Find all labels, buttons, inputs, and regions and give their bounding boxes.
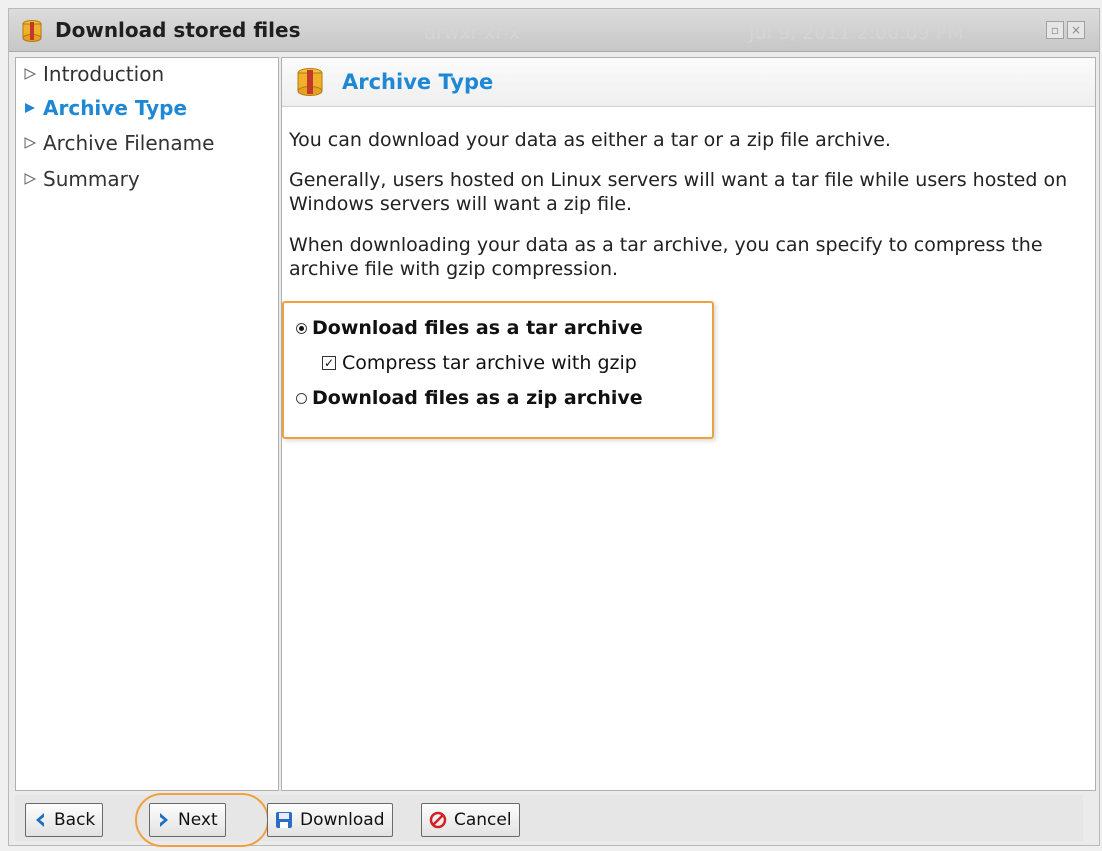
gzip-checkbox[interactable]: ✓	[322, 356, 336, 370]
archive-icon	[20, 19, 44, 43]
sidebar-item-archive-type[interactable]: Archive Type	[23, 96, 187, 126]
back-button-label: Back	[54, 810, 96, 830]
sidebar-item-label: Archive Filename	[43, 131, 215, 155]
wizard-footer: Back Next Download Cancel	[15, 793, 1083, 847]
tar-option-label: Download files as a tar archive	[312, 317, 643, 339]
download-dialog: Download stored files drwxr-xr-x Jul 9, …	[8, 8, 1100, 847]
intro-paragraph: You can download your data as either a t…	[289, 129, 891, 151]
floppy-disk-icon	[276, 812, 292, 828]
server-paragraph: Generally, users hosted on Linux servers…	[289, 169, 1068, 215]
close-window-button[interactable]: ×	[1067, 21, 1085, 39]
triangle-right-icon	[23, 167, 43, 191]
triangle-right-icon	[23, 131, 43, 155]
cancel-icon	[429, 811, 447, 829]
triangle-right-icon	[23, 96, 43, 120]
zip-radio[interactable]	[296, 392, 307, 404]
cancel-button-label: Cancel	[454, 810, 512, 830]
back-button[interactable]: Back	[25, 803, 104, 837]
gzip-option-label: Compress tar archive with gzip	[342, 352, 637, 374]
gzip-option[interactable]: ✓ Compress tar archive with gzip	[322, 352, 637, 374]
background-permissions-text: drwxr-xr-x	[424, 22, 521, 44]
sidebar-item-archive-filename[interactable]: Archive Filename	[23, 131, 214, 161]
background-date-text: Jul 9, 2011 2:00:09 PM	[749, 22, 964, 44]
chevron-left-icon	[36, 813, 44, 827]
content-panel: Archive Type You can download your data …	[281, 57, 1096, 791]
download-button-label: Download	[300, 810, 385, 830]
archive-icon	[294, 66, 326, 98]
sidebar-item-label: Introduction	[43, 62, 165, 86]
sidebar-item-summary[interactable]: Summary	[23, 167, 140, 197]
next-button[interactable]: Next	[149, 803, 226, 837]
zip-option[interactable]: Download files as a zip archive	[296, 387, 643, 409]
content-header: Archive Type	[282, 58, 1095, 107]
title-bar[interactable]: Download stored files drwxr-xr-x Jul 9, …	[9, 9, 1099, 52]
restore-window-button[interactable]: ▫	[1046, 21, 1064, 39]
cancel-button[interactable]: Cancel	[421, 803, 520, 837]
tar-radio[interactable]	[296, 322, 307, 334]
archive-options-group: Download files as a tar archive ✓ Compre…	[282, 301, 714, 439]
sidebar-item-label: Archive Type	[43, 96, 188, 120]
triangle-right-icon	[23, 62, 43, 86]
tar-option[interactable]: Download files as a tar archive	[296, 317, 643, 339]
sidebar-item-introduction[interactable]: Introduction	[23, 62, 164, 92]
wizard-steps-sidebar: Introduction Archive Type Archive Filena…	[15, 57, 279, 791]
zip-option-label: Download files as a zip archive	[312, 387, 643, 409]
download-button[interactable]: Download	[267, 803, 393, 837]
chevron-right-icon	[160, 813, 168, 827]
page-title: Archive Type	[342, 70, 494, 94]
compression-paragraph: When downloading your data as a tar arch…	[289, 234, 1043, 280]
sidebar-item-label: Summary	[43, 167, 140, 191]
next-button-label: Next	[178, 810, 218, 830]
window-title: Download stored files	[55, 18, 301, 42]
